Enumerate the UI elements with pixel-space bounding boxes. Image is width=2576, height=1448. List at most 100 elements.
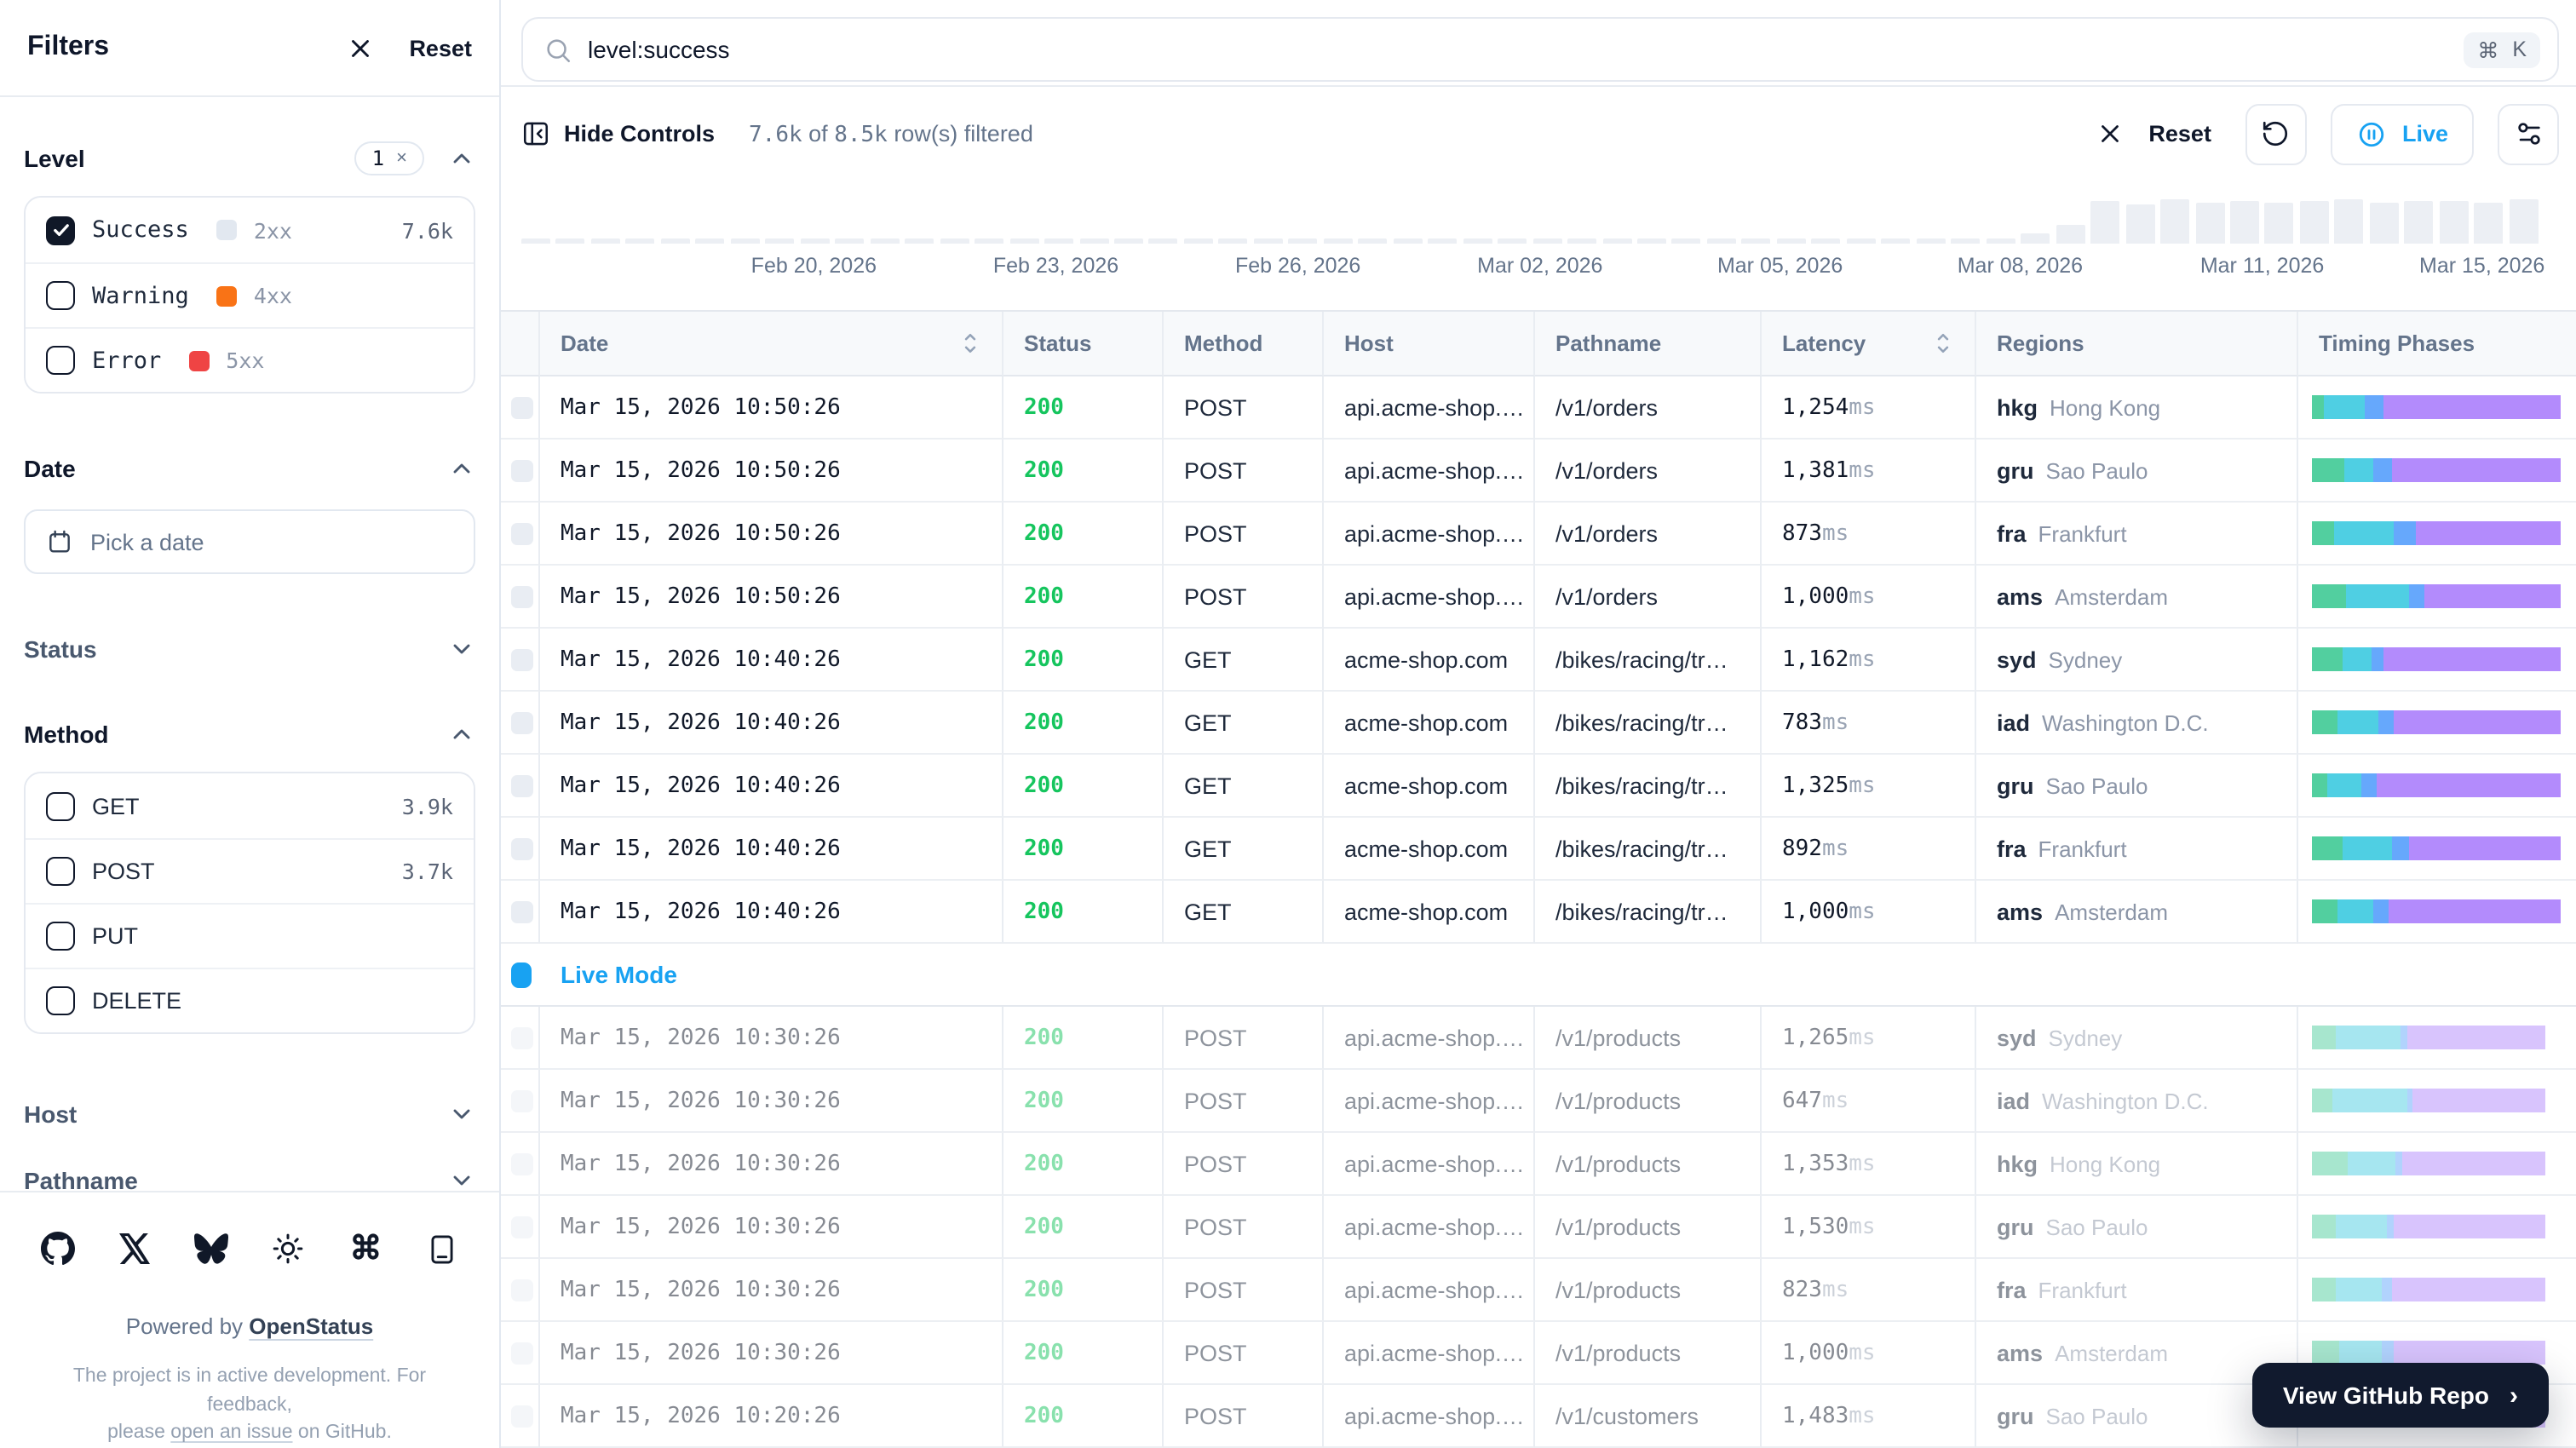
table-row[interactable]: Mar 15, 2026 10:40:26200GETacme-shop.com… — [501, 755, 2576, 818]
histogram-bar — [1532, 238, 1561, 244]
table-row[interactable]: Mar 15, 2026 10:30:26200POSTapi.acme-sho… — [501, 1007, 2576, 1070]
chevron-up-icon[interactable] — [448, 455, 475, 482]
row-checkbox[interactable] — [511, 1215, 533, 1238]
method-option-put[interactable]: PUT — [26, 903, 474, 968]
command-icon[interactable]: ⌘ — [349, 1230, 382, 1269]
refresh-button[interactable] — [2245, 104, 2307, 165]
open-issue-link[interactable]: open an issue — [170, 1423, 292, 1444]
method-option-delete[interactable]: DELETE — [26, 968, 474, 1032]
table-row[interactable]: Mar 15, 2026 10:50:26200POSTapi.acme-sho… — [501, 376, 2576, 440]
close-filters-icon[interactable] — [346, 33, 375, 62]
section-label: Host — [24, 1100, 77, 1127]
chevron-up-icon[interactable] — [448, 721, 475, 748]
level-option-warning[interactable]: Warning4xx — [26, 262, 474, 327]
bluesky-icon[interactable] — [193, 1233, 227, 1267]
checkbox[interactable] — [46, 215, 75, 244]
live-toggle-button[interactable]: Live — [2331, 104, 2474, 165]
host-section-header[interactable]: Host — [24, 1082, 475, 1145]
row-checkbox[interactable] — [511, 648, 533, 670]
histogram-bar — [1672, 238, 1701, 244]
row-checkbox[interactable] — [511, 1026, 533, 1049]
sort-icon[interactable] — [959, 330, 981, 356]
method-option-post[interactable]: POST3.7k — [26, 838, 474, 903]
date-histogram[interactable] — [521, 199, 2539, 244]
method-section-header[interactable]: Method — [24, 714, 475, 755]
chevron-up-icon[interactable] — [448, 145, 475, 172]
book-icon[interactable] — [426, 1233, 458, 1266]
table-row[interactable]: Mar 15, 2026 10:30:26200POSTapi.acme-sho… — [501, 1196, 2576, 1259]
chevron-down-icon[interactable] — [448, 1100, 475, 1127]
column-header-label: Host — [1344, 330, 1394, 356]
row-checkbox[interactable] — [511, 837, 533, 859]
histogram-bar — [2160, 199, 2189, 244]
row-checkbox[interactable] — [511, 774, 533, 796]
timing-segment-0 — [2312, 1089, 2333, 1112]
table-row[interactable]: Mar 15, 2026 10:30:26200POSTapi.acme-sho… — [501, 1070, 2576, 1133]
row-checkbox[interactable] — [511, 459, 533, 481]
x-social-icon[interactable] — [119, 1234, 150, 1265]
column-header-date[interactable]: Date — [540, 312, 1003, 376]
checkbox[interactable] — [46, 346, 75, 375]
axis-tick-label: Mar 02, 2026 — [1477, 254, 1602, 278]
hide-controls-button[interactable]: Hide Controls — [521, 120, 715, 149]
pathname-section-header[interactable]: Pathname — [24, 1148, 475, 1191]
chevron-down-icon[interactable] — [448, 1166, 475, 1191]
view-github-repo-button[interactable]: View GitHub Repo › — [2252, 1363, 2549, 1428]
search-input[interactable] — [588, 36, 2448, 63]
status-cell: 200 — [1003, 818, 1164, 881]
checkbox[interactable] — [46, 281, 75, 310]
date-picker-input[interactable]: Pick a date — [24, 509, 475, 574]
table-row[interactable]: Mar 15, 2026 10:50:26200POSTapi.acme-sho… — [501, 566, 2576, 629]
row-checkbox[interactable] — [511, 1089, 533, 1112]
search-box[interactable]: ⌘ K — [521, 17, 2559, 82]
table-row[interactable]: Mar 15, 2026 10:30:26200POSTapi.acme-sho… — [501, 1133, 2576, 1196]
openstatus-link[interactable]: OpenStatus — [249, 1313, 373, 1339]
table-row[interactable]: Mar 15, 2026 10:40:26200GETacme-shop.com… — [501, 629, 2576, 692]
github-icon[interactable] — [41, 1233, 75, 1267]
toolbar-reset-button[interactable]: Reset — [2148, 122, 2211, 147]
timing-phases-bar — [2312, 647, 2561, 671]
checkbox[interactable] — [46, 791, 75, 820]
table-row[interactable]: Mar 15, 2026 10:30:26200POSTapi.acme-sho… — [501, 1259, 2576, 1322]
level-badge-clear-icon[interactable]: × — [396, 148, 407, 169]
status-section-header[interactable]: Status — [24, 629, 475, 669]
chevron-down-icon[interactable] — [448, 635, 475, 663]
table-row[interactable]: Mar 15, 2026 10:40:26200GETacme-shop.com… — [501, 692, 2576, 755]
checkbox[interactable] — [46, 986, 75, 1015]
level-section-header[interactable]: Level 1 × — [24, 138, 475, 179]
row-checkbox[interactable] — [511, 1152, 533, 1175]
row-checkbox[interactable] — [511, 900, 533, 922]
sort-icon[interactable] — [1932, 330, 1954, 356]
method-option-get[interactable]: GET3.9k — [26, 773, 474, 838]
row-select-cell — [501, 1070, 540, 1133]
table-row[interactable]: Mar 15, 2026 10:50:26200POSTapi.acme-sho… — [501, 440, 2576, 503]
row-checkbox[interactable] — [511, 1278, 533, 1301]
table-row[interactable]: Mar 15, 2026 10:40:26200GETacme-shop.com… — [501, 881, 2576, 944]
status-cell: 200 — [1003, 1259, 1164, 1322]
timing-segment-1 — [2337, 899, 2374, 923]
row-checkbox[interactable] — [511, 396, 533, 418]
level-option-success[interactable]: Success2xx7.6k — [26, 198, 474, 262]
sidebar-footer: ⌘ Powered by OpenStatus The project is i… — [0, 1191, 499, 1448]
level-filter-badge[interactable]: 1 × — [355, 141, 424, 175]
date-section-header[interactable]: Date — [24, 448, 475, 489]
row-checkbox[interactable] — [511, 711, 533, 733]
checkbox[interactable] — [46, 857, 75, 886]
column-header-latency[interactable]: Latency — [1762, 312, 1976, 376]
filters-reset-button[interactable]: Reset — [409, 35, 472, 60]
host-cell: api.acme-shop.… — [1324, 1385, 1535, 1448]
table-row[interactable]: Mar 15, 2026 10:40:26200GETacme-shop.com… — [501, 818, 2576, 881]
clear-filters-icon[interactable] — [2096, 120, 2125, 149]
row-checkbox[interactable] — [511, 522, 533, 544]
histogram-bar — [1009, 238, 1038, 244]
row-checkbox[interactable] — [511, 1405, 533, 1427]
row-checkbox[interactable] — [511, 585, 533, 607]
sun-icon[interactable] — [272, 1233, 306, 1267]
level-option-error[interactable]: Error5xx — [26, 327, 474, 392]
checkbox[interactable] — [46, 922, 75, 951]
live-mode-row[interactable]: Live Mode — [501, 944, 2576, 1007]
row-checkbox[interactable] — [511, 1342, 533, 1364]
table-row[interactable]: Mar 15, 2026 10:50:26200POSTapi.acme-sho… — [501, 503, 2576, 566]
view-settings-button[interactable] — [2498, 104, 2559, 165]
main-area: ⌘ K Hide Controls 7.6k of 8.5k row(s) fi… — [501, 0, 2576, 1448]
